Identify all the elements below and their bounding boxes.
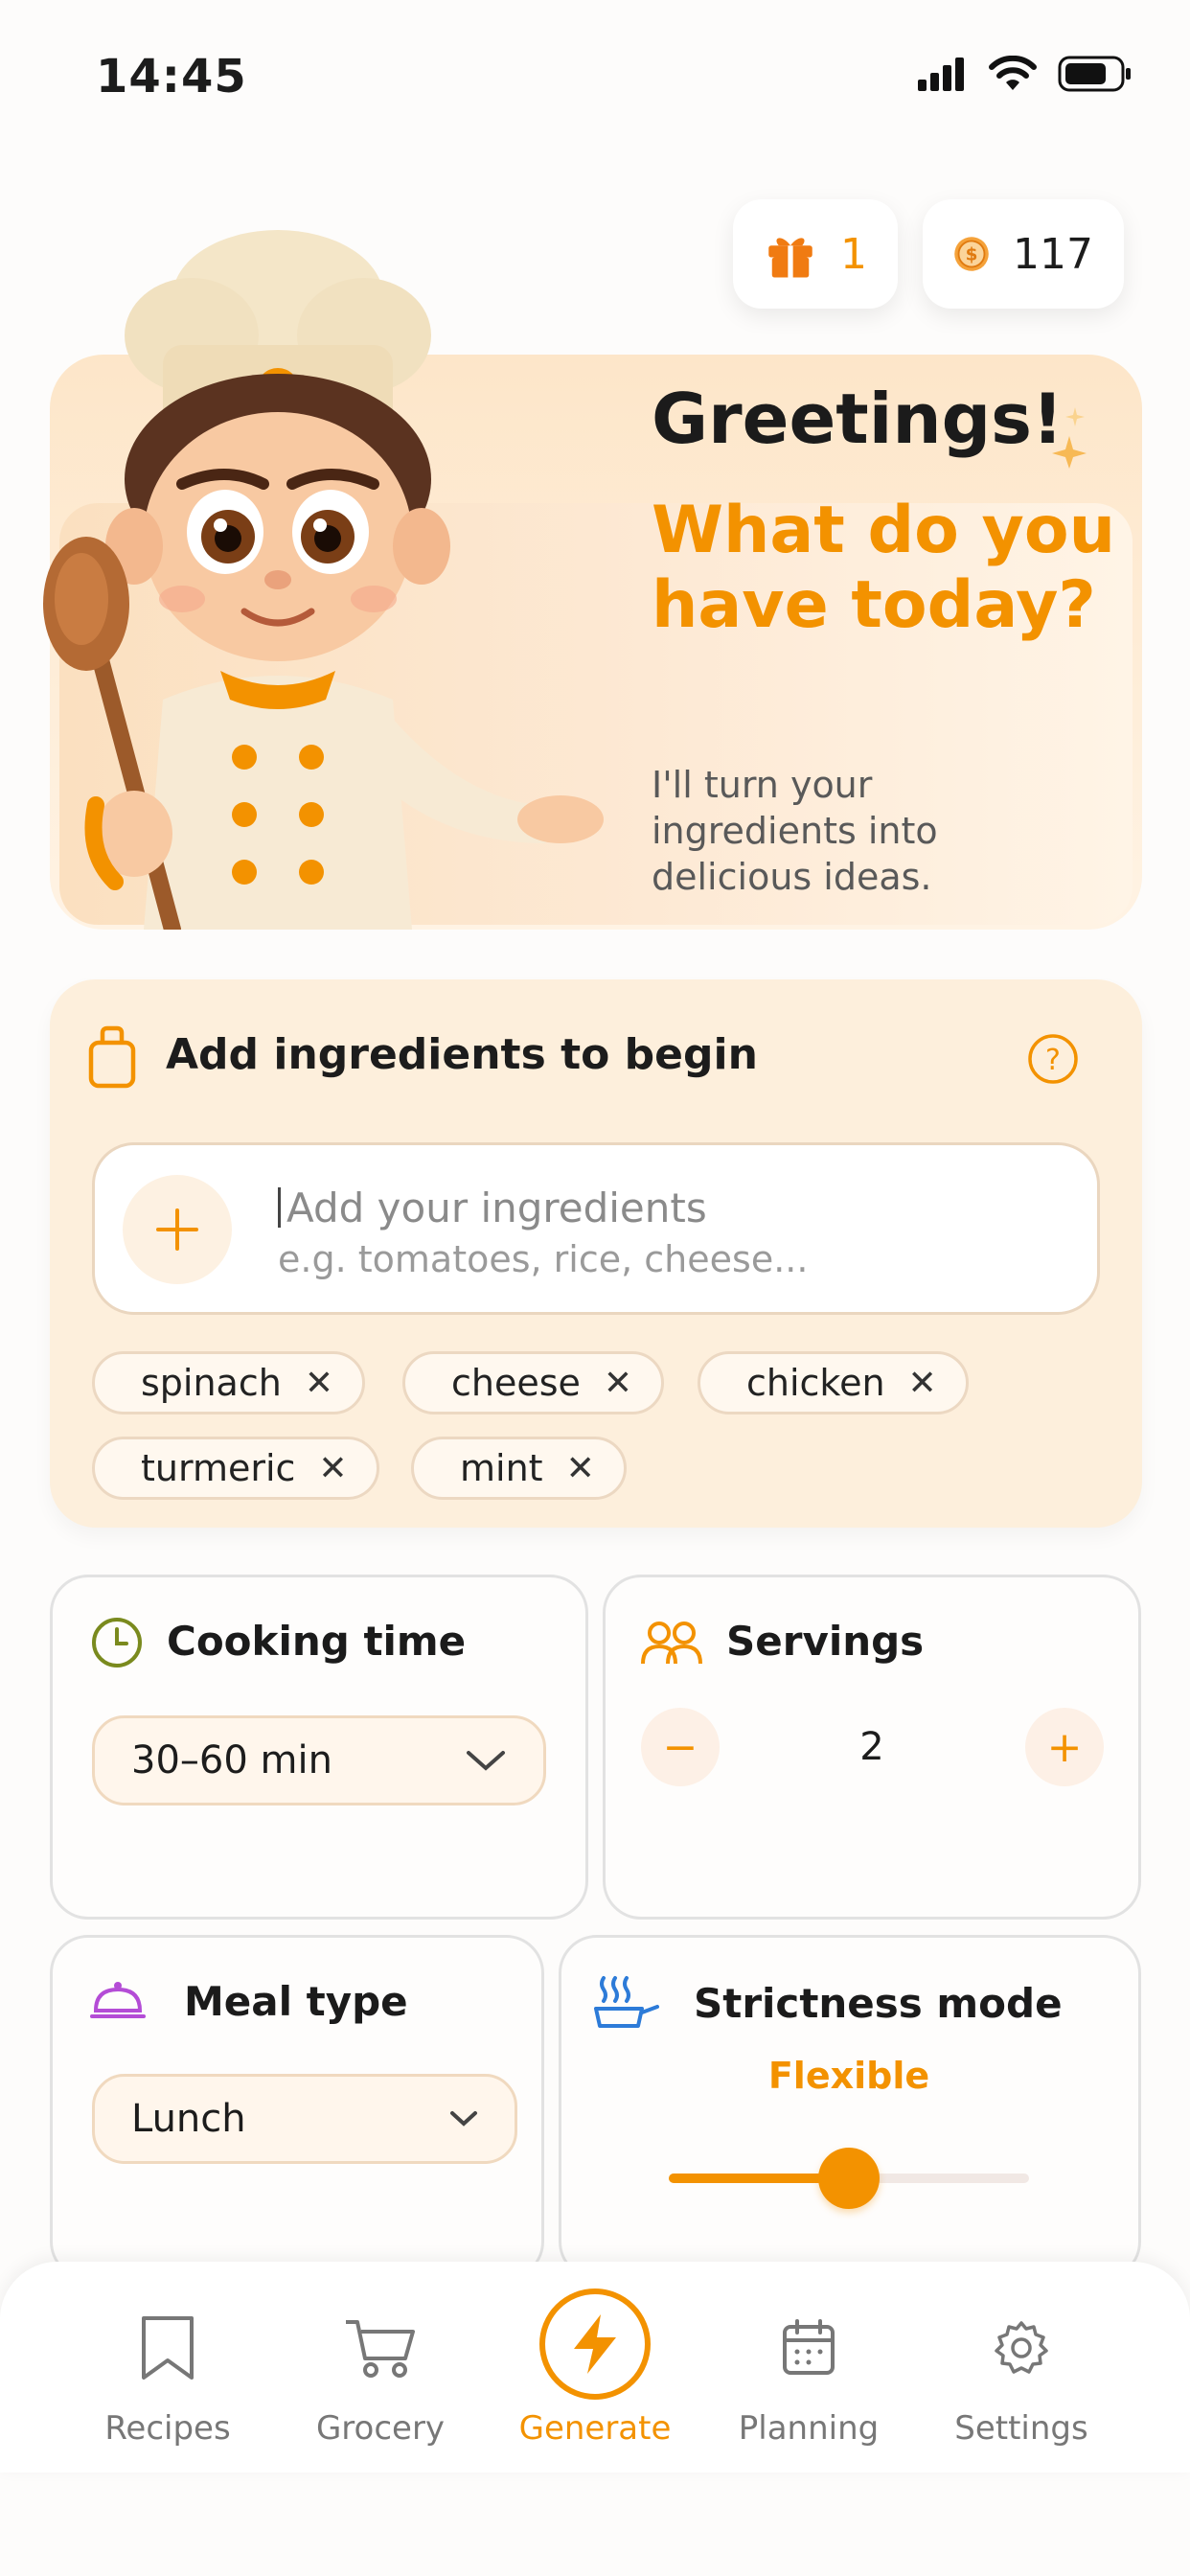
chevron-down-icon [450, 2111, 477, 2127]
pot-icon [594, 1976, 659, 2028]
calendar-icon [783, 2319, 835, 2375]
status-icons [918, 56, 1133, 92]
gift-icon [768, 238, 812, 278]
gift-counter[interactable]: 1 [733, 199, 898, 309]
meal-type-value: Lunch [131, 2097, 246, 2141]
clock-icon [92, 1618, 142, 1668]
increase-servings-button[interactable]: + [1025, 1708, 1104, 1786]
hero-question: What do you have today? [652, 493, 1116, 643]
battery-icon [1058, 56, 1131, 92]
status-bar: 14:45 [0, 0, 1190, 153]
chip-label: chicken [746, 1362, 885, 1404]
cooking-time-value: 30–60 min [131, 1738, 332, 1782]
chef-mascot-illustration [43, 230, 604, 930]
generate-button[interactable] [539, 2288, 651, 2400]
chip-label: spinach [141, 1362, 282, 1404]
remove-chip-icon[interactable]: ✕ [318, 1449, 347, 1488]
ingredient-chip-spinach[interactable]: spinach ✕ [92, 1351, 365, 1414]
svg-text:?: ? [1045, 1044, 1061, 1077]
nav-item-grocery[interactable]: Grocery [285, 2300, 476, 2448]
plus-icon [156, 1208, 198, 1251]
gear-icon [995, 2321, 1048, 2374]
meal-type-title: Meal type [184, 1978, 408, 2025]
shopping-bag-icon [88, 1025, 136, 1089]
signal-icon [918, 58, 964, 91]
ingredient-chip-mint[interactable]: mint ✕ [411, 1437, 627, 1500]
remove-chip-icon[interactable]: ✕ [908, 1364, 937, 1403]
nav-item-generate[interactable]: Generate [499, 2288, 691, 2448]
chevron-down-icon [467, 1751, 505, 1771]
nav-label: Planning [738, 2409, 880, 2448]
add-ingredient-button[interactable] [123, 1175, 232, 1284]
strictness-slider[interactable] [669, 2148, 1029, 2209]
hero-greeting: Greetings! [652, 379, 1064, 459]
people-icon [641, 1622, 702, 1665]
meal-type-select[interactable]: Lunch [92, 2074, 517, 2164]
nav-label: Settings [954, 2409, 1088, 2448]
svg-text:$: $ [966, 245, 978, 265]
ingredient-chip-cheese[interactable]: cheese ✕ [402, 1351, 665, 1414]
servings-title: Servings [726, 1618, 925, 1665]
chip-label: mint [460, 1447, 543, 1489]
ingredients-title: Add ingredients to begin [166, 1030, 758, 1079]
decrease-servings-button[interactable]: − [641, 1708, 720, 1786]
nav-item-recipes[interactable]: Recipes [72, 2300, 263, 2448]
cooking-time-select[interactable]: 30–60 min [92, 1715, 546, 1806]
nav-item-settings[interactable]: Settings [926, 2300, 1117, 2448]
nav-label: Generate [518, 2409, 672, 2448]
remove-chip-icon[interactable]: ✕ [305, 1364, 333, 1403]
cart-icon [346, 2320, 415, 2378]
remove-chip-icon[interactable]: ✕ [604, 1364, 632, 1403]
coin-count: 117 [1013, 229, 1093, 279]
ingredient-chip-chicken[interactable]: chicken ✕ [698, 1351, 969, 1414]
cloche-icon [90, 1982, 146, 2018]
nav-label: Grocery [315, 2409, 446, 2448]
status-time: 14:45 [96, 50, 247, 104]
chip-label: turmeric [141, 1447, 296, 1489]
coin-icon: $ [954, 237, 989, 271]
hero-subtitle: I'll turn your ingredients into deliciou… [652, 764, 938, 898]
lightning-icon [574, 2314, 616, 2374]
strictness-value: Flexible [767, 2055, 930, 2097]
cooking-time-title: Cooking time [167, 1618, 467, 1665]
chip-label: cheese [451, 1362, 581, 1404]
coin-counter[interactable]: $ 117 [923, 199, 1124, 309]
strictness-title: Strictness mode [694, 1980, 1063, 2027]
servings-value: 2 [859, 1725, 884, 1769]
bookmark-icon [142, 2316, 194, 2380]
ingredient-input-hint: e.g. tomatoes, rice, cheese... [278, 1238, 809, 1280]
sparkle-icon [1052, 407, 1087, 469]
nav-label: Recipes [104, 2409, 231, 2448]
ingredient-input-placeholder[interactable]: Add your ingredients [278, 1184, 707, 1231]
help-icon[interactable]: ? [1027, 1033, 1079, 1085]
nav-item-planning[interactable]: Planning [713, 2300, 904, 2448]
ingredient-chip-turmeric[interactable]: turmeric ✕ [92, 1437, 379, 1500]
wifi-icon [989, 56, 1037, 90]
gift-count: 1 [840, 229, 867, 279]
remove-chip-icon[interactable]: ✕ [566, 1449, 595, 1488]
slider-thumb[interactable] [818, 2148, 880, 2209]
